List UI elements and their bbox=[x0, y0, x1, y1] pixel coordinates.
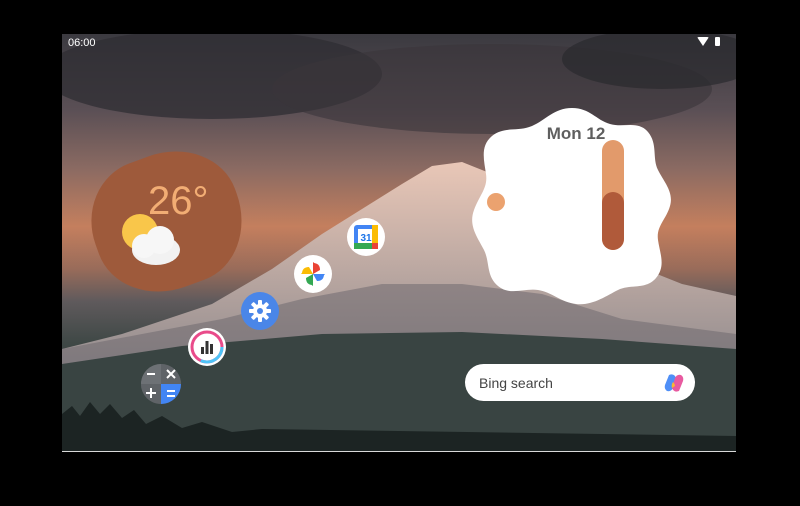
stats-app-icon[interactable] bbox=[188, 328, 226, 366]
photos-app-icon[interactable] bbox=[294, 255, 332, 293]
calculator-app-icon[interactable] bbox=[141, 364, 181, 404]
photos-icon bbox=[301, 262, 325, 286]
navigation-bar[interactable] bbox=[62, 451, 736, 452]
status-icons bbox=[697, 37, 720, 46]
clock-date: Mon 12 bbox=[546, 124, 606, 143]
search-placeholder: Bing search bbox=[479, 374, 553, 391]
calendar-app-icon[interactable]: 31 bbox=[347, 218, 385, 256]
search-bar[interactable]: Bing search bbox=[465, 364, 695, 401]
home-screen: 06:00 26° Mon 12 31 Bing search bbox=[62, 34, 736, 452]
copilot-icon[interactable] bbox=[663, 372, 685, 394]
partly-cloudy-icon bbox=[122, 214, 180, 265]
settings-app-icon[interactable] bbox=[241, 292, 279, 330]
battery-icon bbox=[715, 37, 720, 46]
status-bar: 06:00 bbox=[62, 34, 736, 52]
clock-time: 06:00 bbox=[68, 37, 96, 49]
wifi-icon bbox=[697, 37, 709, 46]
calendar-day: 31 bbox=[360, 233, 372, 244]
gear-icon bbox=[249, 300, 271, 322]
bar-chart-icon bbox=[190, 330, 224, 364]
calculator-icon bbox=[141, 364, 181, 404]
calendar-icon: 31 bbox=[354, 225, 378, 249]
